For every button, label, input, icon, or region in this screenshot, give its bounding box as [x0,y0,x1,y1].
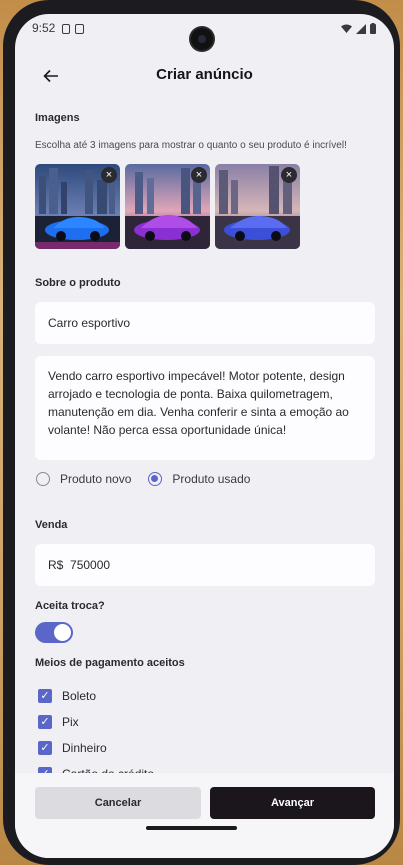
status-icons [341,23,376,34]
checkbox-checked-icon[interactable]: ✓ [38,715,52,729]
home-indicator[interactable] [146,826,237,830]
payment-option-dinheiro[interactable]: ✓ Dinheiro [38,741,107,755]
payment-option-label: Pix [62,715,79,729]
images-section-title: Imagens [35,112,80,124]
payment-option-label: Dinheiro [62,741,107,755]
next-button[interactable]: Avançar [210,787,375,819]
payment-option-boleto[interactable]: ✓ Boleto [38,689,96,703]
radio-produto-novo-label[interactable]: Produto novo [60,472,131,486]
sd-card-icon [62,24,70,34]
app-notification-icon [75,24,84,34]
payment-option-label: Boleto [62,689,97,703]
phone-frame: 9:52 Criar anúncio Imagens Escolha até 3… [3,0,400,865]
signal-icon [356,23,366,34]
remove-image-button[interactable]: × [191,167,207,183]
image-thumbnail[interactable]: × [35,164,120,249]
payment-section-title: Meios de pagamento aceitos [35,657,185,669]
top-app-bar: Criar anúncio [15,54,394,98]
battery-icon [370,23,376,34]
wifi-icon [341,24,352,33]
price-value: 750000 [70,558,111,572]
currency-prefix: R$ [48,558,64,572]
status-time: 9:52 [32,21,56,35]
sale-section-title: Venda [35,519,68,531]
trade-section-title: Aceita troca? [35,600,105,612]
price-input[interactable]: R$ 750000 [35,544,375,586]
radio-produto-novo[interactable] [36,472,50,486]
image-thumbnail[interactable]: × [215,164,300,249]
product-description-textarea[interactable]: Vendo carro esportivo impecável! Motor p… [35,356,375,460]
condition-radio-group: Produto novo Produto usado [36,472,250,486]
app-screen: 9:52 Criar anúncio Imagens Escolha até 3… [15,14,394,858]
bottom-action-bar: Cancelar Avançar [15,773,394,858]
image-thumbnail[interactable]: × [125,164,210,249]
radio-produto-usado[interactable] [148,472,163,486]
checkbox-checked-icon[interactable]: ✓ [38,689,52,703]
front-camera [191,28,213,50]
remove-image-button[interactable]: × [281,167,297,183]
radio-produto-usado-label[interactable]: Produto usado [172,472,250,486]
toggle-knob [54,624,71,641]
product-name-input[interactable]: Carro esportivo [35,302,375,344]
accept-trade-toggle[interactable] [35,622,73,643]
checkbox-checked-icon[interactable]: ✓ [38,741,52,755]
remove-image-button[interactable]: × [101,167,117,183]
page-title: Criar anúncio [156,66,253,83]
payment-option-pix[interactable]: ✓ Pix [38,715,79,729]
images-hint: Escolha até 3 imagens para mostrar o qua… [35,140,347,151]
cancel-button[interactable]: Cancelar [35,787,201,819]
product-section-title: Sobre o produto [35,277,121,289]
